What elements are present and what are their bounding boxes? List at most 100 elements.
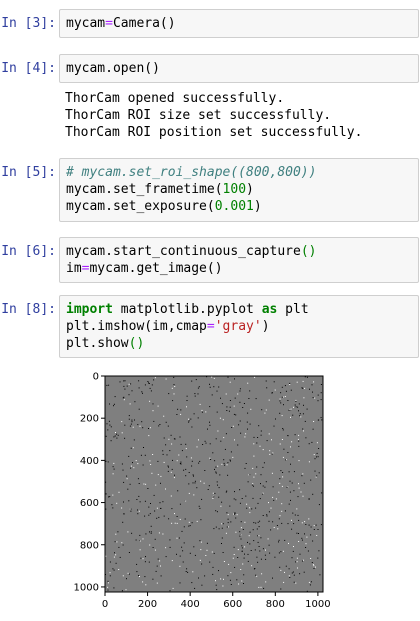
pixel-speck [150,503,151,504]
pixel-speck [205,555,207,556]
pixel-speck [122,521,124,523]
code-input[interactable]: import matplotlib.pyplot as plt plt.imsho… [59,295,419,358]
pixel-speck [287,452,289,453]
pixel-speck [260,483,261,485]
pixel-speck [228,410,230,412]
pixel-speck [284,539,286,541]
pixel-speck [107,429,109,431]
code-input[interactable]: mycam.start_continuous_capture() im=mycam… [59,237,419,283]
pixel-speck [287,400,289,401]
pixel-speck [158,532,160,534]
pixel-speck [263,587,265,589]
pixel-speck [252,497,254,499]
pixel-speck [113,569,115,571]
pixel-speck [122,575,124,577]
pixel-speck [130,465,132,467]
pixel-speck [220,440,222,442]
pixel-speck [130,423,132,425]
pixel-speck [108,582,109,584]
pixel-speck [293,574,295,576]
pixel-speck [253,568,255,570]
pixel-speck [289,382,291,384]
pixel-speck [123,513,125,515]
pixel-speck [244,521,246,523]
pixel-speck [133,467,135,469]
pixel-speck [200,480,202,482]
code-input[interactable]: mycam=Camera() [59,9,419,38]
pixel-speck [320,384,322,385]
pixel-speck [131,532,133,534]
pixel-speck [211,394,213,396]
code-line: im=mycam.get_image() [66,261,223,276]
pixel-speck [281,439,283,440]
pixel-speck [165,421,167,423]
pixel-speck [108,496,110,498]
pixel-speck [182,561,184,563]
cell-prompt: In [6]: [1,244,56,259]
pixel-speck [157,460,159,462]
pixel-speck [198,386,200,388]
pixel-speck [295,582,297,584]
pixel-speck [258,546,260,547]
pixel-speck [293,490,295,492]
y-tick-label: 600 [80,498,99,509]
pixel-speck [236,579,238,581]
pixel-speck [185,571,187,572]
pixel-speck [272,452,274,454]
pixel-speck [279,398,281,400]
pixel-speck [229,579,231,581]
pixel-speck [260,474,262,476]
pixel-speck [259,498,261,500]
pixel-speck [295,400,297,402]
pixel-speck [221,501,223,503]
pixel-speck [148,561,150,563]
pixel-speck [321,419,323,421]
pixel-speck [158,425,160,427]
pixel-speck [143,483,145,485]
pixel-speck [288,471,290,473]
pixel-speck [255,522,257,524]
pixel-speck [194,554,196,556]
pixel-speck [277,528,279,530]
pixel-speck [137,478,139,480]
pixel-speck [126,578,127,580]
pixel-speck [251,508,253,510]
cell-prompt: In [4]: [1,61,56,76]
pixel-speck [247,553,249,555]
pixel-speck [225,491,227,493]
pixel-speck [269,453,271,455]
pixel-speck [191,426,193,428]
pixel-speck [301,475,303,477]
pixel-speck [315,566,316,568]
pixel-speck [169,546,171,548]
pixel-speck [153,494,155,496]
pixel-speck [306,536,308,538]
pixel-speck [179,463,181,464]
pixel-speck [240,527,242,529]
pixel-speck [234,491,235,493]
pixel-speck [209,561,211,563]
y-tick-label: 0 [93,372,99,383]
pixel-speck [233,498,235,500]
pixel-speck [294,404,296,406]
pixel-speck [266,514,268,516]
pixel-speck [232,425,234,427]
pixel-speck [141,421,143,423]
pixel-speck [271,472,273,474]
pixel-speck [218,487,220,489]
code-input[interactable]: mycam.open() [59,54,419,83]
pixel-speck [299,415,301,417]
pixel-speck [278,552,280,554]
pixel-speck [179,518,181,520]
pixel-speck [194,480,196,482]
pixel-speck [320,524,322,526]
x-tick-label: 0 [102,599,108,610]
pixel-speck [194,395,196,397]
code-line: mycam.set_exposure(0.001) [66,199,262,214]
pixel-speck [261,409,263,411]
pixel-speck [262,515,264,516]
pixel-speck [128,552,130,553]
code-input[interactable]: # mycam.set_roi_shape((800,800)) mycam.se… [59,158,419,222]
pixel-speck [130,467,132,469]
pixel-speck [312,397,314,399]
